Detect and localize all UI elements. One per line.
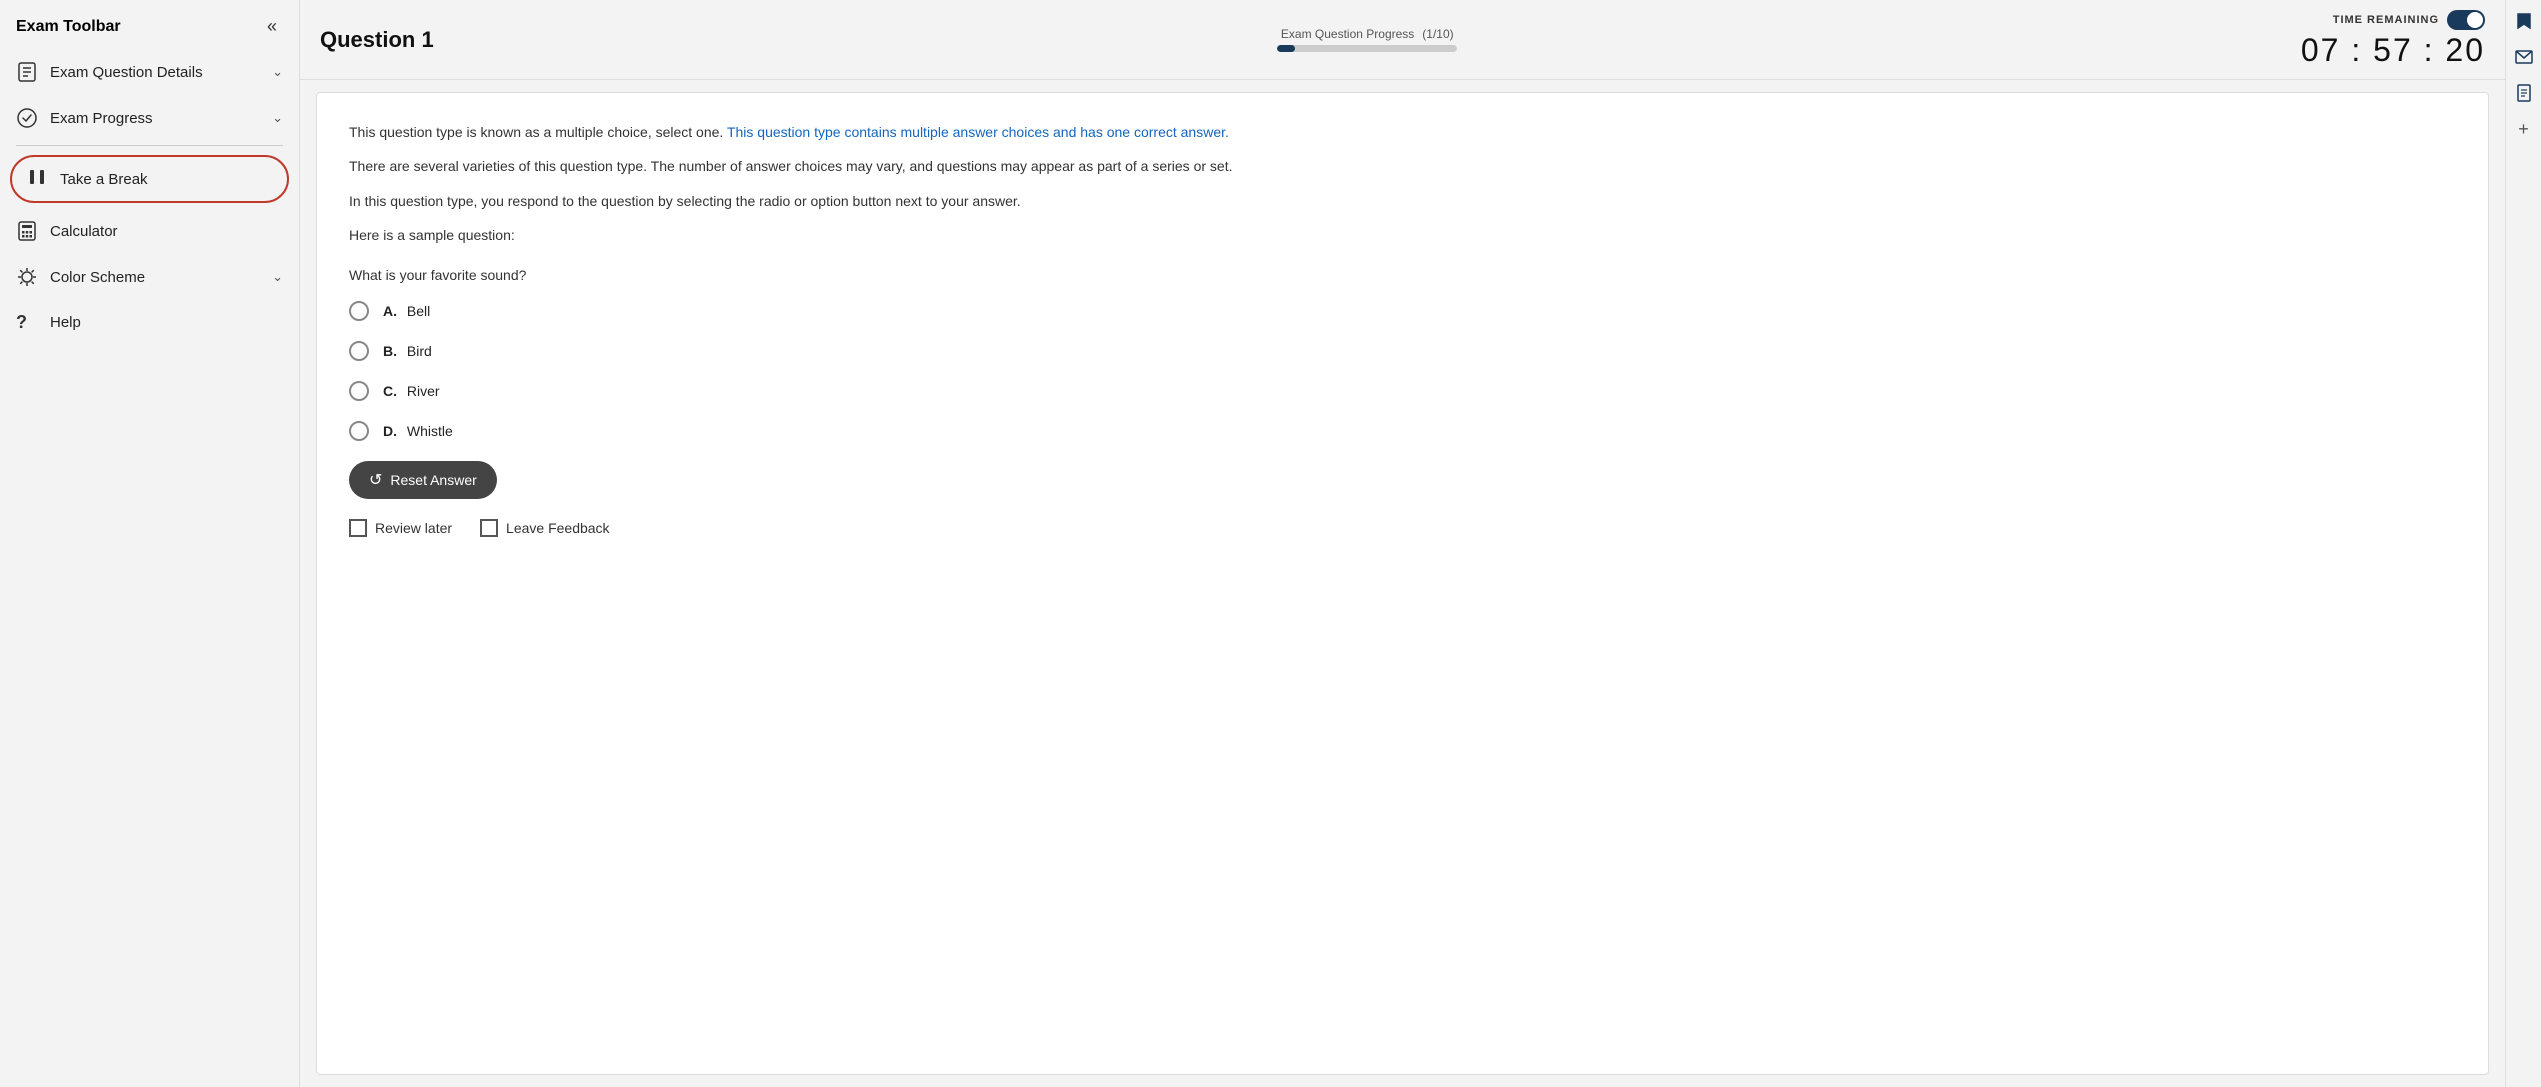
sample-label: Here is a sample question:	[349, 224, 2456, 246]
sidebar-item-calculator[interactable]: Calculator	[0, 208, 299, 254]
answer-label-b: B. Bird	[383, 343, 432, 359]
answer-label-c: C. River	[383, 383, 440, 399]
right-sidebar: +	[2505, 0, 2541, 1087]
description-line-1: This question type is known as a multipl…	[349, 121, 2456, 143]
sidebar-item-label: Color Scheme	[50, 269, 260, 286]
description-highlight-1: This question type contains multiple ans…	[727, 124, 1229, 140]
reset-button-label: Reset Answer	[390, 472, 476, 488]
sidebar-item-exam-progress[interactable]: Exam Progress ⌄	[0, 95, 299, 141]
radio-button-a[interactable]	[349, 301, 369, 321]
timer-toggle[interactable]	[2447, 10, 2485, 30]
progress-fraction: (1/10)	[1422, 27, 1453, 41]
radio-button-b[interactable]	[349, 341, 369, 361]
reset-icon: ↺	[369, 470, 382, 490]
footer-options: Review later Leave Feedback	[349, 519, 2456, 537]
color-scheme-icon	[16, 266, 38, 288]
answer-option-c[interactable]: C. River	[349, 381, 2456, 401]
sidebar-item-exam-question-details[interactable]: Exam Question Details ⌄	[0, 49, 299, 95]
timer-value: 07 : 57 : 20	[2301, 32, 2485, 69]
bookmark-icon[interactable]	[2511, 8, 2537, 34]
mail-icon[interactable]	[2511, 44, 2537, 70]
answer-text-c: River	[407, 383, 440, 399]
question-content-area: This question type is known as a multipl…	[316, 92, 2489, 1075]
review-later-checkbox[interactable]: Review later	[349, 519, 452, 537]
toggle-knob	[2467, 12, 2483, 28]
sidebar: Exam Toolbar « Exam Question Details ⌄ E…	[0, 0, 300, 1087]
chevron-down-icon: ⌄	[272, 269, 283, 285]
progress-bar-fill	[1277, 45, 1295, 52]
answer-label-d: D. Whistle	[383, 423, 453, 439]
sidebar-item-label: Calculator	[50, 223, 283, 240]
answer-letter-d: D.	[383, 423, 397, 439]
timer-label: TIME REMAINING	[2333, 14, 2439, 26]
sidebar-item-color-scheme[interactable]: Color Scheme ⌄	[0, 254, 299, 300]
leave-feedback-checkbox-box[interactable]	[480, 519, 498, 537]
review-later-label: Review later	[375, 520, 452, 536]
calculator-icon	[16, 220, 38, 242]
answer-option-a[interactable]: A. Bell	[349, 301, 2456, 321]
add-icon[interactable]: +	[2511, 116, 2537, 142]
sidebar-title: Exam Toolbar	[16, 18, 121, 36]
main-content: Question 1 Exam Question Progress (1/10)…	[300, 0, 2505, 1087]
progress-bar-background	[1277, 45, 1457, 52]
sidebar-header: Exam Toolbar «	[0, 0, 299, 49]
answer-option-b[interactable]: B. Bird	[349, 341, 2456, 361]
answer-text-b: Bird	[407, 343, 432, 359]
sidebar-divider	[16, 145, 283, 146]
sidebar-collapse-button[interactable]: «	[261, 14, 283, 39]
document-icon[interactable]	[2511, 80, 2537, 106]
answer-option-d[interactable]: D. Whistle	[349, 421, 2456, 441]
chevron-down-icon: ⌄	[272, 64, 283, 80]
radio-button-d[interactable]	[349, 421, 369, 441]
exam-progress-icon	[16, 107, 38, 129]
chevron-down-icon: ⌄	[272, 110, 283, 126]
sidebar-item-help[interactable]: ? Help	[0, 300, 299, 345]
sidebar-item-take-a-break[interactable]: Take a Break	[0, 150, 299, 208]
help-icon: ?	[16, 312, 38, 333]
answer-text-a: Bell	[407, 303, 430, 319]
answer-text-d: Whistle	[407, 423, 453, 439]
reset-answer-button[interactable]: ↺ Reset Answer	[349, 461, 497, 499]
sidebar-item-label: Exam Progress	[50, 110, 260, 127]
top-bar: Question 1 Exam Question Progress (1/10)…	[300, 0, 2505, 80]
take-a-break-icon	[26, 166, 48, 192]
question-title: Question 1	[320, 27, 434, 53]
answer-letter-c: C.	[383, 383, 397, 399]
exam-question-details-icon	[16, 61, 38, 83]
leave-feedback-checkbox[interactable]: Leave Feedback	[480, 519, 610, 537]
progress-label-text: Exam Question Progress	[1281, 27, 1414, 41]
progress-section: Exam Question Progress (1/10)	[1277, 27, 1457, 52]
sidebar-item-label: Exam Question Details	[50, 64, 260, 81]
question-text: What is your favorite sound?	[349, 267, 2456, 283]
description-line-2: There are several varieties of this ques…	[349, 155, 2456, 177]
description-text-1: This question type is known as a multipl…	[349, 124, 727, 140]
sidebar-item-label: Take a Break	[60, 171, 148, 188]
review-later-checkbox-box[interactable]	[349, 519, 367, 537]
sidebar-item-label: Help	[50, 314, 283, 331]
answer-label-a: A. Bell	[383, 303, 430, 319]
radio-button-c[interactable]	[349, 381, 369, 401]
answer-letter-b: B.	[383, 343, 397, 359]
description-line-3: In this question type, you respond to th…	[349, 190, 2456, 212]
timer-section: TIME REMAINING 07 : 57 : 20	[2301, 10, 2485, 69]
leave-feedback-label: Leave Feedback	[506, 520, 610, 536]
answer-letter-a: A.	[383, 303, 397, 319]
